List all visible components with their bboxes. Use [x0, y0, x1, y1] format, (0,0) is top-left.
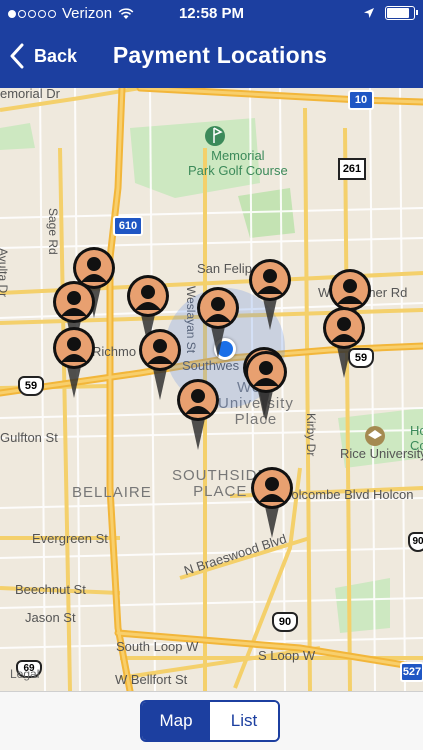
back-label: Back — [34, 45, 78, 66]
street-label: S Loop W — [258, 648, 316, 663]
chevron-left-icon — [10, 43, 24, 69]
street-label: Beechnut St — [15, 582, 86, 597]
header: Verizon 12:58 PM Back Payment Locations — [0, 0, 423, 88]
person-pin-icon — [197, 287, 239, 358]
state-261-shield: 261 — [338, 158, 366, 180]
nav-bar: Back Payment Locations — [0, 28, 423, 88]
legal-link[interactable]: Legal — [10, 667, 39, 681]
street-label: Evergreen St — [32, 531, 108, 546]
battery-tip — [416, 10, 418, 15]
street-label: South Loop W — [116, 639, 199, 654]
street-label: Avulta Dr — [0, 248, 10, 298]
status-bar: Verizon 12:58 PM — [0, 0, 423, 28]
person-pin-icon — [53, 327, 95, 398]
location-arrow-icon — [364, 8, 374, 18]
street-label: Kirby Dr — [304, 413, 318, 457]
back-button[interactable]: Back — [8, 41, 77, 71]
park-area — [0, 123, 35, 150]
payment-location-pin[interactable] — [248, 258, 292, 332]
payment-location-pin[interactable] — [244, 350, 288, 424]
payment-location-pin[interactable] — [196, 286, 240, 360]
map-view[interactable]: emorial Dr Memorial Park Golf Course Sag… — [0, 88, 423, 691]
person-pin-icon — [251, 467, 293, 538]
us-59-shield: 59 — [18, 376, 44, 396]
payment-location-pin[interactable] — [322, 306, 366, 380]
us-90-shield: 90 — [408, 532, 423, 552]
person-pin-icon — [245, 351, 287, 422]
payment-location-pin[interactable] — [250, 466, 294, 540]
us-90-shield: 90 — [272, 612, 298, 632]
status-time: 12:58 PM — [178, 5, 245, 22]
park-area — [335, 578, 390, 633]
street-label: Jason St — [25, 610, 76, 625]
view-mode-segmented-control: Map List — [140, 700, 280, 742]
status-right — [363, 6, 418, 20]
bottom-toolbar: Map List — [0, 691, 423, 750]
payment-location-pin[interactable] — [52, 326, 96, 400]
street-label: Gulfton St — [0, 430, 58, 445]
battery-icon — [385, 6, 418, 20]
street-label: Holcombe Blvd Holcon — [282, 487, 414, 502]
interstate-610-shield: 610 — [113, 216, 143, 236]
map-segment-button[interactable]: Map — [142, 702, 210, 740]
payment-location-pin[interactable] — [176, 378, 220, 452]
park-label: Memorial Park Golf Course — [188, 148, 288, 178]
person-pin-icon — [323, 307, 365, 378]
list-segment-button[interactable]: List — [210, 702, 278, 740]
person-pin-icon — [249, 259, 291, 330]
page-title: Payment Locations — [112, 42, 328, 68]
street-label: Sage Rd — [46, 208, 60, 255]
route-527-shield: 527 — [400, 662, 423, 682]
street-label: W Bellfort St — [115, 672, 188, 687]
area-label: BELLAIRE — [72, 484, 152, 501]
street-label: emorial Dr — [0, 88, 60, 101]
place-label: Ho — [410, 423, 423, 438]
interstate-10-shield: 10 — [348, 90, 374, 110]
place-label: Co — [410, 438, 423, 453]
battery-level — [387, 8, 410, 18]
person-pin-icon — [177, 379, 219, 450]
